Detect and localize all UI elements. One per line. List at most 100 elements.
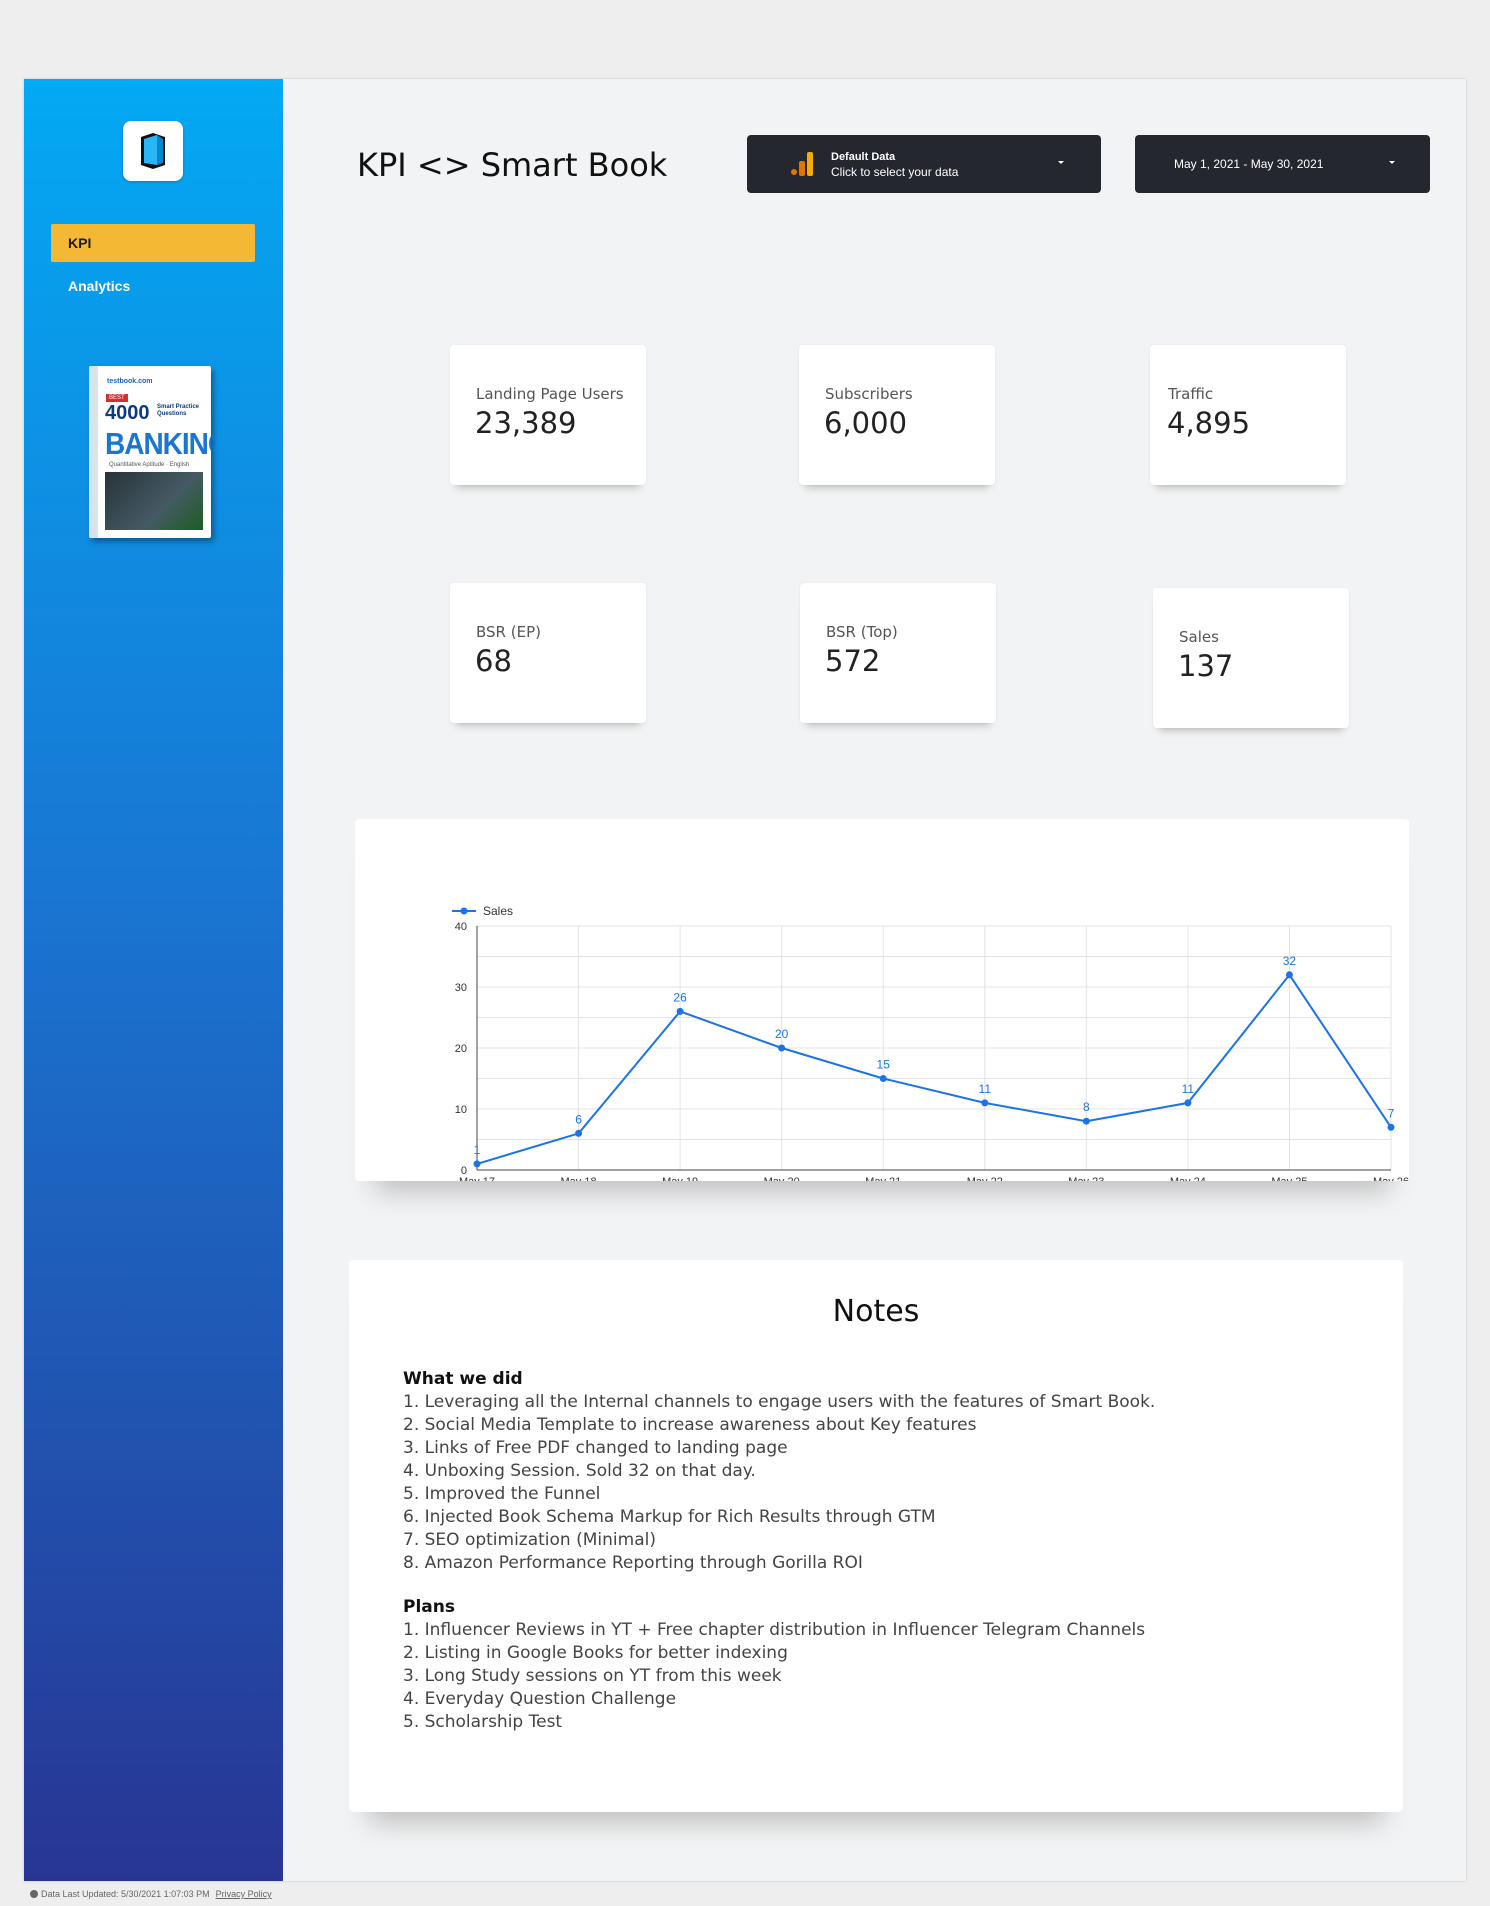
kpi-card-landing-page-users: Landing Page Users 23,389 xyxy=(450,345,646,485)
kpi-value: 572 xyxy=(825,644,881,678)
kpi-value: 137 xyxy=(1178,649,1234,683)
data-point xyxy=(879,1075,887,1082)
x-tick-label: May 17 xyxy=(459,1176,495,1181)
notes-did-item: 5. Improved the Funnel xyxy=(403,1484,601,1504)
data-source-label: Default Data xyxy=(831,151,896,163)
y-tick-label: 40 xyxy=(455,921,467,933)
sidebar: KPI Analytics testbook.com BEST 4000 Sma… xyxy=(24,79,283,1881)
data-label: 20 xyxy=(775,1027,789,1041)
legend-label: Sales xyxy=(483,904,513,918)
x-tick-label: May 21 xyxy=(865,1176,901,1181)
notes-did-item: 8. Amazon Performance Reporting through … xyxy=(403,1553,863,1573)
data-label: 8 xyxy=(1083,1100,1090,1114)
logo-icon xyxy=(141,133,165,169)
y-tick-label: 30 xyxy=(455,982,467,994)
notes-plan-item: 3. Long Study sessions on YT from this w… xyxy=(403,1666,782,1686)
data-point xyxy=(1387,1123,1395,1131)
notes-did-item: 2. Social Media Template to increase awa… xyxy=(403,1415,977,1435)
notes-title: Notes xyxy=(832,1294,920,1329)
sales-chart-card: 010203040May 17May 18May 19May 20May 21M… xyxy=(355,819,1409,1188)
x-tick-label: May 18 xyxy=(561,1176,597,1181)
sales-line-chart[interactable]: 010203040May 17May 18May 19May 20May 21M… xyxy=(355,819,1409,1188)
notes-plans-heading: Plans xyxy=(403,1597,455,1617)
privacy-policy-link[interactable]: Privacy Policy xyxy=(216,1889,272,1899)
kpi-label: BSR (Top) xyxy=(826,623,898,641)
y-tick-label: 10 xyxy=(455,1104,467,1116)
y-tick-label: 20 xyxy=(455,1043,467,1055)
data-label: 11 xyxy=(1182,1082,1195,1096)
data-point xyxy=(1184,1099,1192,1107)
page-title: KPI <> Smart Book xyxy=(357,146,668,184)
sidebar-item-kpi[interactable]: KPI xyxy=(51,224,255,262)
report-page: KPI Analytics testbook.com BEST 4000 Sma… xyxy=(24,79,1466,1881)
data-point xyxy=(981,1099,989,1107)
book-subtitle: Smart Practice Questions xyxy=(157,404,200,417)
data-point xyxy=(676,1007,684,1015)
info-icon xyxy=(30,1890,38,1898)
data-point xyxy=(575,1129,583,1137)
last-updated-text: Data Last Updated: 5/30/2021 1:07:03 PM xyxy=(41,1889,210,1899)
kpi-label: Landing Page Users xyxy=(476,385,624,403)
data-point xyxy=(778,1044,786,1052)
x-tick-label: May 25 xyxy=(1271,1176,1307,1181)
book-number: 4000 xyxy=(105,402,150,424)
date-range-label: May 1, 2021 - May 30, 2021 xyxy=(1174,157,1324,171)
date-range-selector[interactable]: May 1, 2021 - May 30, 2021 xyxy=(1135,135,1430,193)
notes-did-item: 1. Leveraging all the Internal channels … xyxy=(403,1392,1156,1412)
data-label: 7 xyxy=(1388,1106,1395,1120)
book-tagline: Quantitative Aptitude · English xyxy=(109,462,190,468)
data-label: 26 xyxy=(673,990,687,1004)
kpi-label: Subscribers xyxy=(825,385,913,403)
kpi-label: Sales xyxy=(1179,628,1219,646)
chevron-down-icon xyxy=(1389,161,1395,164)
kpi-label: Traffic xyxy=(1168,385,1214,403)
x-tick-label: May 23 xyxy=(1068,1176,1104,1181)
kpi-card-sales: Sales 137 xyxy=(1153,588,1349,728)
book-badge: BEST xyxy=(106,394,128,402)
kpi-card-subscribers: Subscribers 6,000 xyxy=(799,345,995,485)
notes-body: What we did 1. Leveraging all the Intern… xyxy=(403,1368,1155,1734)
data-label: 6 xyxy=(575,1112,582,1126)
notes-card: Notes What we did 1. Leveraging all the … xyxy=(349,1260,1403,1812)
x-tick-label: May 19 xyxy=(662,1176,698,1181)
notes-did-item: 6. Injected Book Schema Markup for Rich … xyxy=(403,1507,936,1527)
data-label: 15 xyxy=(877,1058,891,1072)
x-tick-label: May 24 xyxy=(1170,1176,1206,1181)
data-point xyxy=(1082,1117,1090,1125)
notes-did-item: 3. Links of Free PDF changed to landing … xyxy=(403,1438,788,1458)
sidebar-item-analytics[interactable]: Analytics xyxy=(51,267,255,305)
kpi-label: BSR (EP) xyxy=(476,623,541,641)
kpi-card-bsr-ep: BSR (EP) 68 xyxy=(450,583,646,723)
x-tick-label: May 22 xyxy=(967,1176,1003,1181)
footer: Data Last Updated: 5/30/2021 1:07:03 PM P… xyxy=(30,1889,272,1899)
kpi-card-bsr-top: BSR (Top) 572 xyxy=(800,583,996,723)
data-point xyxy=(473,1160,481,1168)
notes-plan-item: 1. Influencer Reviews in YT + Free chapt… xyxy=(403,1620,1146,1640)
analytics-icon xyxy=(791,152,813,176)
data-source-hint: Click to select your data xyxy=(831,165,959,179)
data-point xyxy=(1285,971,1293,979)
app-logo xyxy=(123,121,183,181)
notes-plan-item: 4. Everyday Question Challenge xyxy=(403,1689,677,1709)
chevron-down-icon xyxy=(1058,161,1064,164)
notes-did-item: 7. SEO optimization (Minimal) xyxy=(403,1530,656,1550)
notes-did-heading: What we did xyxy=(403,1369,523,1389)
legend-marker xyxy=(460,907,468,915)
book-brand: testbook.com xyxy=(107,378,153,385)
data-source-selector[interactable]: Default Data Click to select your data xyxy=(747,135,1101,193)
data-label: 32 xyxy=(1283,954,1297,968)
notes-plan-item: 2. Listing in Google Books for better in… xyxy=(403,1643,788,1663)
data-label: 11 xyxy=(979,1082,992,1096)
book-title: BANKING xyxy=(105,426,211,461)
x-tick-label: May 20 xyxy=(764,1176,800,1181)
x-tick-label: May 26 xyxy=(1373,1176,1409,1181)
sales-series-line xyxy=(476,973,1392,1165)
kpi-value: 6,000 xyxy=(824,406,908,440)
notes-did-item: 4. Unboxing Session. Sold 32 on that day… xyxy=(403,1461,756,1481)
data-label: 1 xyxy=(474,1143,481,1157)
kpi-value: 4,895 xyxy=(1167,406,1251,440)
book-cover-photo xyxy=(105,472,203,530)
kpi-card-traffic: Traffic 4,895 xyxy=(1150,345,1346,485)
kpi-value: 68 xyxy=(475,644,512,678)
notes-plan-item: 5. Scholarship Test xyxy=(403,1712,563,1732)
